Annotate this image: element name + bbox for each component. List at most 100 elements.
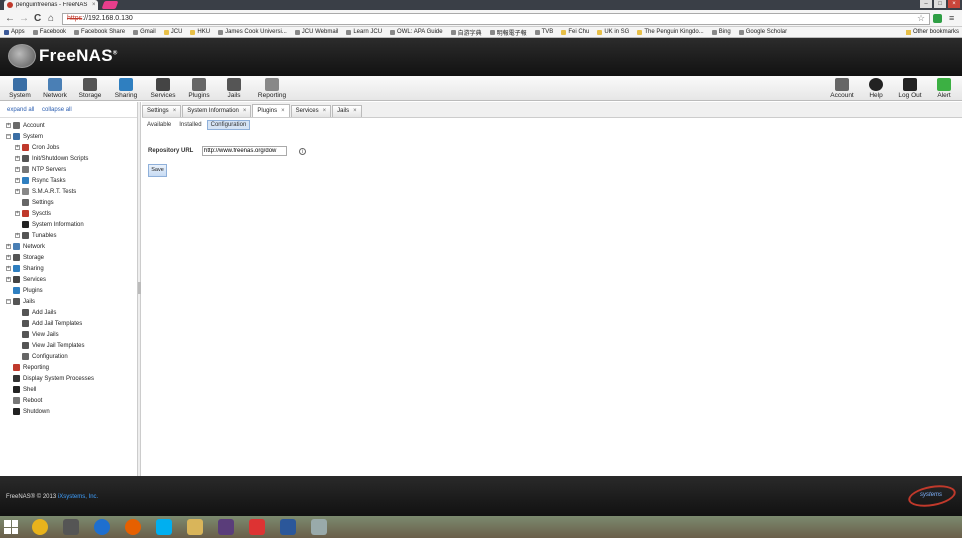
bookmark-item[interactable]: The Penguin Kingdo... xyxy=(637,29,704,35)
close-tab-icon[interactable]: × xyxy=(323,106,327,117)
subtab-configuration[interactable]: Configuration xyxy=(206,120,251,130)
toolbar-sharing-button[interactable]: Sharing xyxy=(108,78,144,99)
toolbar-services-button[interactable]: Services xyxy=(145,78,181,99)
close-tab-icon[interactable]: × xyxy=(243,106,247,117)
tree-expander-icon[interactable] xyxy=(15,343,20,348)
bookmark-star-icon[interactable]: ☆ xyxy=(917,13,925,24)
tree-item-sysctls[interactable]: + Sysctls xyxy=(0,208,137,219)
tree-expander-icon[interactable] xyxy=(6,376,11,381)
tab-services[interactable]: Services × xyxy=(290,105,332,117)
browser-tab[interactable]: penguinfreenas - FreeNAS × xyxy=(4,0,98,10)
bookmark-item[interactable]: OWL: APA Guide xyxy=(390,29,443,35)
tree-item-ntp-servers[interactable]: + NTP Servers xyxy=(0,164,137,175)
bookmark-item[interactable]: Facebook Share xyxy=(74,29,125,35)
toolbar-storage-button[interactable]: Storage xyxy=(72,78,108,99)
address-bar[interactable]: https://192.168.0.130 xyxy=(62,13,930,25)
bookmark-item[interactable]: JCU xyxy=(163,29,182,35)
tree-item-shutdown[interactable]: Shutdown xyxy=(0,406,137,417)
forward-button[interactable]: → xyxy=(19,13,29,24)
tree-item-plugins[interactable]: Plugins xyxy=(0,285,137,296)
taskbar-skype-icon[interactable] xyxy=(156,519,172,535)
toolbar-system-button[interactable]: System xyxy=(2,78,38,99)
tree-expander-icon[interactable]: + xyxy=(15,145,20,150)
bookmark-item[interactable]: Fei Chu xyxy=(561,29,589,35)
tree-expander-icon[interactable]: + xyxy=(6,277,11,282)
taskbar-chrome-icon[interactable] xyxy=(32,519,48,535)
bookmark-item[interactable]: 自游字典 xyxy=(450,28,482,37)
tree-expander-icon[interactable] xyxy=(15,200,20,205)
tree-item-system[interactable]: – System xyxy=(0,131,137,142)
maximize-button[interactable]: □ xyxy=(934,0,946,8)
other-bookmarks[interactable]: Other bookmarks xyxy=(905,29,959,35)
tree-expander-icon[interactable]: + xyxy=(15,211,20,216)
bookmark-item[interactable]: Gmail xyxy=(133,29,156,35)
taskbar-ie-icon[interactable] xyxy=(94,519,110,535)
collapse-all-link[interactable]: collapse all xyxy=(42,107,72,113)
tree-expander-icon[interactable]: + xyxy=(15,167,20,172)
tab-system-information[interactable]: System Information × xyxy=(182,105,252,117)
bookmark-item[interactable]: 明報電子報 xyxy=(489,28,527,37)
toolbar-alert-button[interactable]: Alert xyxy=(926,78,962,99)
taskbar-misc-icon[interactable] xyxy=(311,519,327,535)
tree-expander-icon[interactable]: + xyxy=(15,178,20,183)
repository-url-input[interactable] xyxy=(202,146,287,156)
bookmark-item[interactable]: Facebook xyxy=(32,29,66,35)
tree-item-reporting[interactable]: Reporting xyxy=(0,362,137,373)
tree-item-services[interactable]: + Services xyxy=(0,274,137,285)
tree-expander-icon[interactable] xyxy=(15,332,20,337)
tree-expander-icon[interactable]: – xyxy=(6,134,11,139)
bookmark-item[interactable]: UK in SG xyxy=(597,29,629,35)
bookmark-item[interactable]: James Cook Universi... xyxy=(218,29,287,35)
close-tab-icon[interactable]: × xyxy=(281,106,285,117)
bookmark-item[interactable]: JCU Webmail xyxy=(294,29,338,35)
toolbar-log-out-button[interactable]: Log Out xyxy=(892,78,928,99)
splitter-grip[interactable] xyxy=(138,282,141,294)
new-tab-button[interactable] xyxy=(101,1,119,9)
bookmark-item[interactable]: Bing xyxy=(711,29,731,35)
tree-item-view-jails[interactable]: View Jails xyxy=(0,329,137,340)
toolbar-plugins-button[interactable]: Plugins xyxy=(181,78,217,99)
tree-item-tunables[interactable]: + Tunables xyxy=(0,230,137,241)
taskbar-word-icon[interactable] xyxy=(280,519,296,535)
tree-item-network[interactable]: + Network xyxy=(0,241,137,252)
tree-expander-icon[interactable] xyxy=(6,387,11,392)
tree-expander-icon[interactable] xyxy=(6,365,11,370)
tree-expander-icon[interactable]: + xyxy=(6,255,11,260)
taskbar-firefox-icon[interactable] xyxy=(125,519,141,535)
extension-icon[interactable] xyxy=(933,14,942,23)
tree-item-view-jail-templates[interactable]: View Jail Templates xyxy=(0,340,137,351)
start-button[interactable] xyxy=(4,520,18,534)
subtab-available[interactable]: Available xyxy=(144,121,174,129)
tree-item-configuration[interactable]: Configuration xyxy=(0,351,137,362)
tree-expander-icon[interactable] xyxy=(6,409,11,414)
tree-item-s-m-a-r-t-tests[interactable]: + S.M.A.R.T. Tests xyxy=(0,186,137,197)
home-button[interactable]: ⌂ xyxy=(48,13,54,24)
pane-splitter[interactable] xyxy=(138,102,141,476)
tree-expander-icon[interactable]: + xyxy=(15,156,20,161)
tree-expander-icon[interactable] xyxy=(15,310,20,315)
tree-item-cron-jobs[interactable]: + Cron Jobs xyxy=(0,142,137,153)
taskbar-metro-icon[interactable] xyxy=(63,519,79,535)
close-tab-icon[interactable]: × xyxy=(92,2,96,8)
tree-expander-icon[interactable] xyxy=(6,288,11,293)
bookmark-item[interactable]: Learn JCU xyxy=(346,29,382,35)
tree-expander-icon[interactable] xyxy=(15,321,20,326)
tree-expander-icon[interactable]: – xyxy=(6,299,11,304)
tree-expander-icon[interactable] xyxy=(6,398,11,403)
tree-expander-icon[interactable] xyxy=(15,354,20,359)
bookmark-item[interactable]: HKU xyxy=(190,29,210,35)
bookmark-item[interactable]: Google Scholar xyxy=(738,29,787,35)
chrome-menu-icon[interactable]: ≡ xyxy=(949,13,954,23)
tree-item-init-shutdown-scripts[interactable]: + Init/Shutdown Scripts xyxy=(0,153,137,164)
ixsystems-link[interactable]: iXsystems, Inc. xyxy=(58,494,98,500)
tree-item-account[interactable]: + Account xyxy=(0,120,137,131)
tree-item-rsync-tasks[interactable]: + Rsync Tasks xyxy=(0,175,137,186)
tree-item-reboot[interactable]: Reboot xyxy=(0,395,137,406)
back-button[interactable]: ← xyxy=(5,13,15,24)
close-tab-icon[interactable]: × xyxy=(353,106,357,117)
tree-item-add-jail-templates[interactable]: Add Jail Templates xyxy=(0,318,137,329)
tree-expander-icon[interactable]: + xyxy=(6,123,11,128)
tree-item-display-system-processes[interactable]: Display System Processes xyxy=(0,373,137,384)
taskbar-freesync-icon[interactable] xyxy=(218,519,234,535)
bookmark-item[interactable]: Apps xyxy=(4,29,25,35)
